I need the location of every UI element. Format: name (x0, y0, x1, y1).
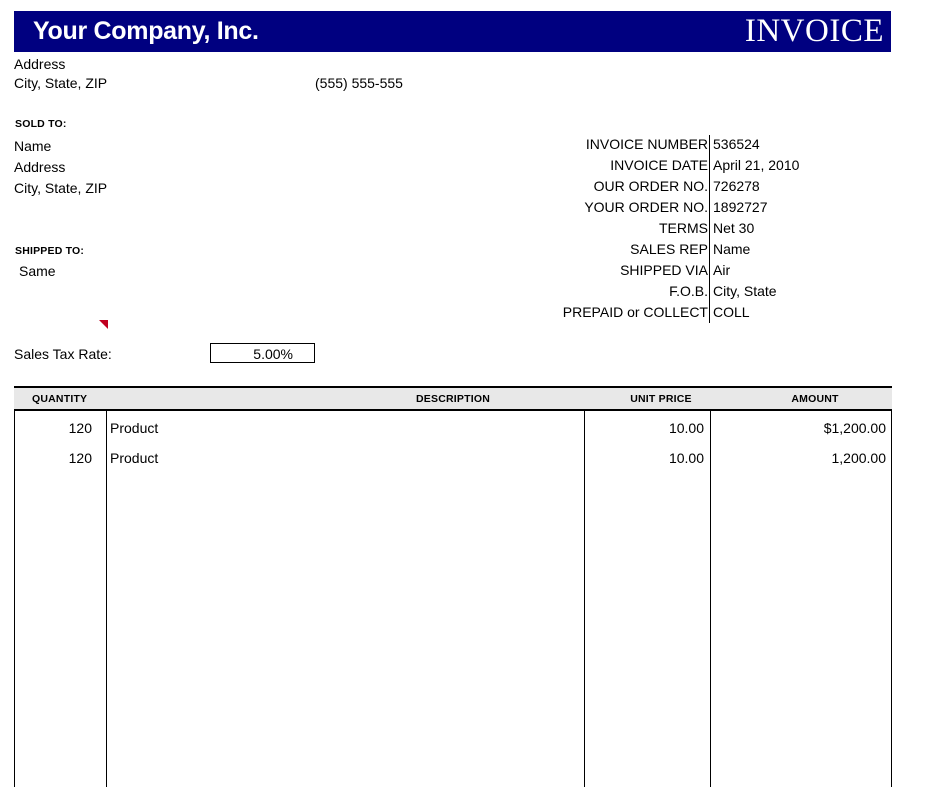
shipped-to-heading: SHIPPED TO: (15, 245, 85, 257)
detail-label: OUR ORDER NO. (593, 178, 708, 194)
line-items-body: 120 Product 10.00 $1,200.00 120 Product … (14, 411, 892, 787)
comment-marker-icon (99, 320, 108, 329)
invoice-details-divider (709, 135, 710, 323)
company-name: Your Company, Inc. (33, 17, 259, 45)
sold-to-line2: Address (14, 159, 66, 175)
detail-row-your-order-no: YOUR ORDER NO. 1892727 (540, 197, 890, 218)
sold-to-line3: City, State, ZIP (14, 180, 108, 196)
detail-label: TERMS (659, 220, 708, 236)
detail-label: INVOICE NUMBER (585, 136, 708, 152)
cell-amount: 1,200.00 (831, 450, 887, 466)
detail-row-invoice-date: INVOICE DATE April 21, 2010 (540, 155, 890, 176)
detail-label: SALES REP (630, 241, 708, 257)
detail-row-shipped-via: SHIPPED VIA Air (540, 260, 890, 281)
detail-row-prepaid-or-collect: PREPAID or COLLECT COLL (540, 302, 890, 323)
detail-label: SHIPPED VIA (620, 262, 708, 278)
cell-description: Product (110, 420, 159, 436)
cell-description: Product (110, 450, 159, 466)
company-address-line2: City, State, ZIP (14, 75, 108, 91)
detail-row-invoice-number: INVOICE NUMBER 536524 (540, 134, 890, 155)
detail-value: 536524 (713, 136, 760, 152)
column-header-unit-price: UNIT PRICE (630, 393, 692, 405)
sold-to-line1: Name (14, 138, 52, 154)
company-phone: (555) 555-555 (315, 75, 403, 91)
detail-value: Name (713, 241, 751, 257)
sales-tax-rate-input[interactable]: 5.00% (210, 343, 315, 363)
shipped-to-line1: Same (19, 263, 56, 279)
detail-value: Air (713, 262, 731, 278)
table-row[interactable]: 120 Product 10.00 $1,200.00 (14, 413, 892, 443)
detail-row-our-order-no: OUR ORDER NO. 726278 (540, 176, 890, 197)
detail-value: Net 30 (713, 220, 755, 236)
invoice-details-grid: INVOICE NUMBER 536524 INVOICE DATE April… (540, 134, 890, 323)
detail-label: INVOICE DATE (610, 157, 708, 173)
line-items-header-row: QUANTITY DESCRIPTION UNIT PRICE AMOUNT (14, 386, 892, 411)
shipped-to-address-block: Same (19, 261, 56, 282)
cell-unit-price: 10.00 (668, 450, 704, 466)
detail-value: April 21, 2010 (713, 157, 800, 173)
company-address-line1: Address (14, 56, 66, 72)
cell-unit-price: 10.00 (668, 420, 704, 436)
detail-value: 1892727 (713, 199, 768, 215)
cell-amount: $1,200.00 (823, 420, 886, 436)
sales-tax-rate-label: Sales Tax Rate: (14, 346, 112, 362)
table-row[interactable]: 120 Product 10.00 1,200.00 (14, 443, 892, 473)
detail-label: YOUR ORDER NO. (584, 199, 708, 215)
sales-tax-rate-value: 5.00% (253, 346, 293, 362)
document-type-title: INVOICE (744, 13, 884, 49)
sold-to-address-block: Name Address City, State, ZIP (14, 136, 107, 199)
detail-row-terms: TERMS Net 30 (540, 218, 890, 239)
cell-quantity: 120 (68, 450, 92, 466)
detail-row-fob: F.O.B. City, State (540, 281, 890, 302)
invoice-header-band: Your Company, Inc. INVOICE (14, 11, 891, 52)
cell-quantity: 120 (68, 420, 92, 436)
detail-row-sales-rep: SALES REP Name (540, 239, 890, 260)
detail-value: COLL (713, 304, 750, 320)
detail-label: PREPAID or COLLECT (562, 304, 708, 320)
column-header-amount: AMOUNT (791, 393, 839, 405)
detail-value: City, State (713, 283, 777, 299)
company-address-block: Address City, State, ZIP (14, 55, 107, 93)
invoice-page: Your Company, Inc. INVOICE Address City,… (0, 0, 930, 787)
detail-label: F.O.B. (669, 283, 708, 299)
line-items-table: QUANTITY DESCRIPTION UNIT PRICE AMOUNT 1… (14, 386, 892, 787)
sold-to-heading: SOLD TO: (15, 118, 67, 130)
detail-value: 726278 (713, 178, 760, 194)
